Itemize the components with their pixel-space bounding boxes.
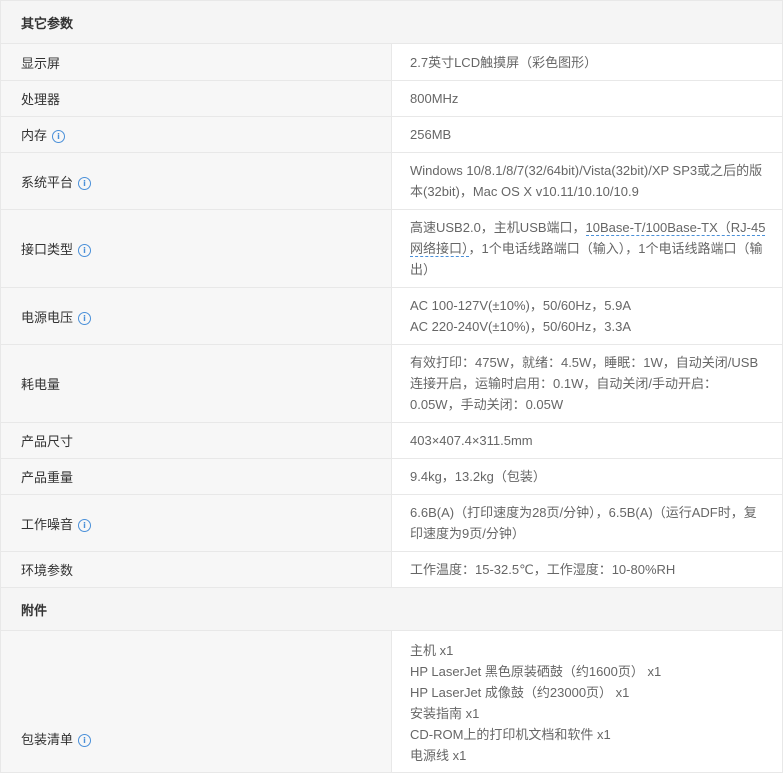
section-header-other: 其它参数 (0, 0, 783, 44)
spec-label-power-voltage: 电源电压 i (0, 287, 392, 345)
label-text: 显示屏 (21, 55, 61, 71)
info-icon[interactable]: i (78, 176, 92, 190)
label-text: 处理器 (21, 92, 61, 107)
package-item: 电源线 x1 (410, 748, 467, 763)
voltage-line: AC 100-127V(±10%)，50/60Hz，5.9A (410, 298, 632, 313)
spec-label-power-consumption: 耗电量 (0, 344, 392, 423)
spec-row-platform: 系统平台 i Windows 10/8.1/8/7(32/64bit)/Vista… (0, 152, 783, 210)
spec-label-package: 包装清单 i (0, 630, 392, 773)
spec-value-environment: 工作温度：15-32.5℃，工作湿度：10-80%RH (391, 551, 783, 588)
spec-row-environment: 环境参数 工作温度：15-32.5℃，工作湿度：10-80%RH (0, 551, 783, 588)
spec-value-platform: Windows 10/8.1/8/7(32/64bit)/Vista(32bit… (391, 152, 783, 210)
section-title-accessories: 附件 (0, 587, 783, 631)
spec-label-memory: 内存 i (0, 116, 392, 153)
spec-label-noise: 工作噪音 i (0, 494, 392, 552)
spec-label-interface: 接口类型 i (0, 209, 392, 288)
spec-value-processor: 800MHz (391, 80, 783, 117)
info-icon[interactable]: i (52, 130, 66, 144)
spec-row-dimensions: 产品尺寸 403×407.4×311.5mm (0, 422, 783, 459)
label-text: 环境参数 (21, 563, 74, 578)
spec-row-interface: 接口类型 i 高速USB2.0，主机USB端口，10Base-T/100Base-… (0, 209, 783, 288)
spec-value-interface: 高速USB2.0，主机USB端口，10Base-T/100Base-TX（RJ-… (391, 209, 783, 288)
label-text: 接口类型 (21, 242, 74, 257)
spec-row-power-voltage: 电源电压 i AC 100-127V(±10%)，50/60Hz，5.9A AC 2… (0, 287, 783, 345)
label-text: 耗电量 (21, 377, 61, 392)
info-icon[interactable]: i (78, 311, 92, 325)
spec-row-noise: 工作噪音 i 6.6B(A)（打印速度为28页/分钟），6.5B(A)（运行ADF… (0, 494, 783, 552)
spec-label-processor: 处理器 (0, 80, 392, 117)
spec-value-display: 2.7英寸LCD触摸屏（彩色图形） (391, 43, 783, 81)
info-icon[interactable]: i (78, 244, 92, 258)
spec-value-weight: 9.4kg，13.2kg（包装） (391, 458, 783, 495)
spec-row-weight: 产品重量 9.4kg，13.2kg（包装） (0, 458, 783, 495)
spec-label-environment: 环境参数 (0, 551, 392, 588)
package-item: HP LaserJet 成像鼓（约23000页） x1 (410, 685, 630, 700)
section-header-accessories: 附件 (0, 587, 783, 631)
spec-table: 其它参数 显示屏 2.7英寸LCD触摸屏（彩色图形） 处理器 800MHz 内存… (0, 0, 783, 773)
spec-row-package: 包装清单 i 主机 x1 HP LaserJet 黑色原装硒鼓（约1600页） x… (0, 630, 783, 773)
spec-row-processor: 处理器 800MHz (0, 80, 783, 117)
spec-row-memory: 内存 i 256MB (0, 116, 783, 153)
package-item: HP LaserJet 黑色原装硒鼓（约1600页） x1 (410, 664, 662, 679)
spec-value-noise: 6.6B(A)（打印速度为28页/分钟），6.5B(A)（运行ADF时，复印速度… (391, 494, 783, 552)
voltage-line: AC 220-240V(±10%)，50/60Hz，3.3A (410, 319, 632, 334)
package-item: 安装指南 x1 (410, 706, 480, 721)
label-text: 系统平台 (21, 174, 74, 190)
spec-label-dimensions: 产品尺寸 (0, 422, 392, 459)
label-text: 产品重量 (21, 470, 74, 485)
info-icon[interactable]: i (78, 518, 92, 532)
spec-row-power-consumption: 耗电量 有效打印：475W，就绪：4.5W，睡眠：1W，自动关闭/USB连接开启… (0, 344, 783, 423)
spec-value-power-voltage: AC 100-127V(±10%)，50/60Hz，5.9A AC 220-240… (391, 287, 783, 345)
package-item: CD-ROM上的打印机文档和软件 x1 (410, 727, 611, 742)
spec-value-dimensions: 403×407.4×311.5mm (391, 422, 783, 459)
label-text: 工作噪音 (21, 516, 74, 532)
label-text: 电源电压 (21, 309, 74, 325)
package-item: 主机 x1 (410, 643, 454, 658)
spec-value-memory: 256MB (391, 116, 783, 153)
spec-label-platform: 系统平台 i (0, 152, 392, 210)
spec-label-display: 显示屏 (0, 43, 392, 81)
info-icon[interactable]: i (78, 734, 92, 748)
spec-label-weight: 产品重量 (0, 458, 392, 495)
label-text: 包装清单 (21, 732, 74, 747)
interface-text-a: 高速USB2.0，主机USB端口， (410, 220, 586, 235)
spec-value-package: 主机 x1 HP LaserJet 黑色原装硒鼓（约1600页） x1 HP L… (391, 630, 783, 773)
spec-value-power-consumption: 有效打印：475W，就绪：4.5W，睡眠：1W，自动关闭/USB连接开启，运输时… (391, 344, 783, 423)
label-text: 内存 (21, 128, 48, 143)
label-text: 产品尺寸 (21, 434, 74, 449)
spec-row-display: 显示屏 2.7英寸LCD触摸屏（彩色图形） (0, 43, 783, 81)
section-title-other: 其它参数 (0, 0, 783, 44)
